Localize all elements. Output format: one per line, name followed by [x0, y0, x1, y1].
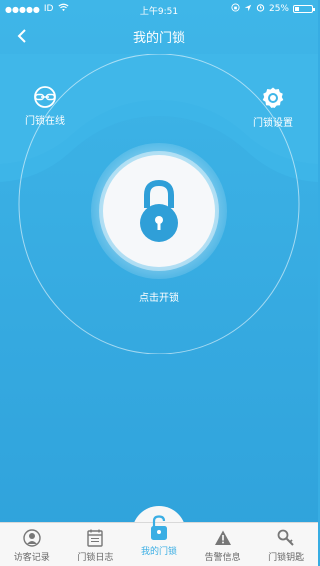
tab-label: 访客记录 [13, 553, 50, 563]
unlock-label: 点击开锁 [139, 293, 179, 304]
person-icon [23, 529, 41, 547]
lock-online-button[interactable]: 门锁在线 [20, 86, 70, 127]
tab-lock-keys[interactable]: 门锁钥匙 [254, 523, 318, 566]
tab-label: 我的门锁 [140, 547, 177, 557]
lock-online-label: 门锁在线 [25, 116, 65, 127]
calendar-icon [87, 529, 104, 547]
tab-alarm-info[interactable]: 告警信息 [191, 523, 255, 566]
unlock-icon [150, 515, 167, 540]
tab-label: 门锁日志 [77, 553, 114, 563]
chain-link-icon [34, 86, 56, 108]
battery-icon [293, 5, 315, 13]
lock-settings-button[interactable]: 门锁设置 [248, 86, 298, 129]
tab-visitor-records[interactable]: 访客记录 [0, 523, 64, 566]
page-title: 我的门锁 [132, 31, 185, 46]
lock-settings-label: 门锁设置 [253, 118, 293, 129]
unlock-button[interactable] [103, 155, 215, 267]
warning-icon [214, 530, 231, 545]
padlock-icon [140, 179, 178, 242]
app-screen: ●●●●● ID 上午9:51 25% 我的门锁 门锁在线 门锁设置 点击开锁 … [0, 0, 318, 566]
status-bar: ●●●●● ID 上午9:51 25% [0, 0, 318, 18]
tab-label: 门锁钥匙 [268, 553, 305, 563]
gear-icon [262, 87, 284, 108]
tab-my-lock[interactable]: 我的门锁 [127, 515, 191, 566]
tab-label: 告警信息 [204, 553, 241, 563]
key-icon [277, 529, 294, 546]
navigation-bar: 我的门锁 [0, 18, 318, 54]
tab-lock-log[interactable]: 门锁日志 [64, 523, 128, 566]
tab-bar: 访客记录 门锁日志 我的门锁 告警信息 门锁钥匙 [0, 515, 318, 566]
status-time: 上午9:51 [139, 7, 179, 17]
